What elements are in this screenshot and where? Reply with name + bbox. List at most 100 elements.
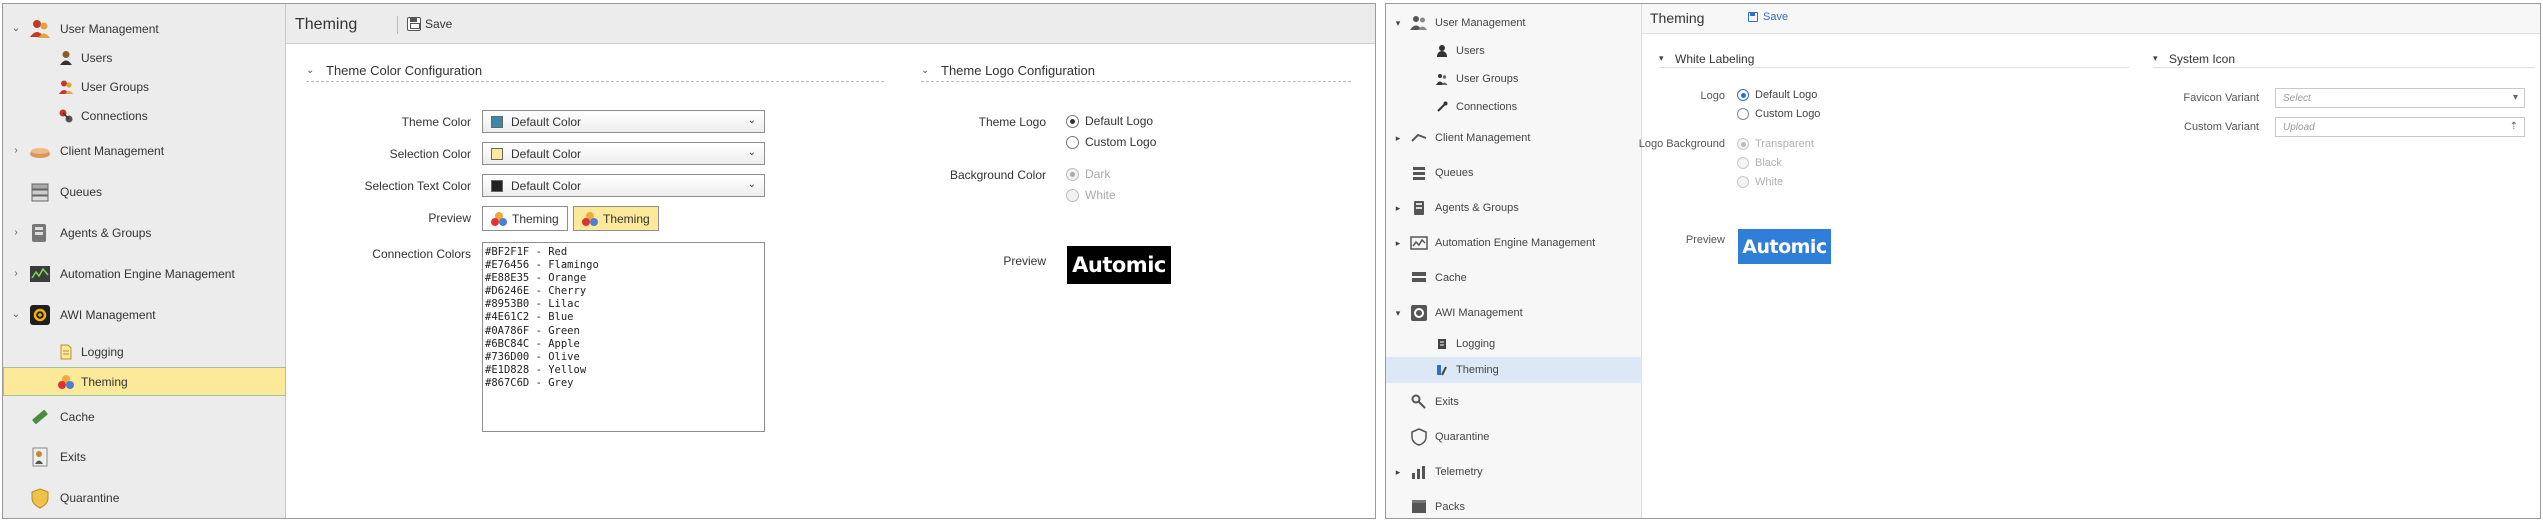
- connection-colors-textarea[interactable]: #BF2F1F - Red #E76456 - Flamingo #E88E35…: [482, 242, 765, 432]
- white-labeling-section-header[interactable]: ▾ White Labeling: [1659, 50, 2129, 68]
- sidebar-item-logging[interactable]: Logging: [1386, 331, 1642, 357]
- sidebar-item-telemetry[interactable]: ▸ Telemetry: [1386, 459, 1642, 485]
- connections-icon: [1436, 101, 1448, 113]
- radio-custom-logo[interactable]: Custom Logo: [1066, 135, 1156, 149]
- radio-transparent-background[interactable]: Transparent: [1737, 138, 1814, 150]
- chevron-right-icon[interactable]: ›: [11, 268, 21, 279]
- sidebar-item-agents-groups[interactable]: ▸ Agents & Groups: [1386, 195, 1642, 221]
- upload-icon[interactable]: ⇡: [2510, 121, 2518, 132]
- preview-label: Preview: [428, 211, 471, 225]
- radio-label: White: [1755, 176, 1784, 188]
- automic-logo: Automic: [1738, 229, 1831, 264]
- sidebar-item-exits[interactable]: Exits: [1386, 389, 1642, 415]
- system-icon-section-header[interactable]: ▾ System Icon: [2153, 50, 2535, 68]
- radio-selected-icon[interactable]: [1737, 138, 1749, 150]
- logo-preview-label: Preview: [1685, 234, 1725, 246]
- favicon-variant-select[interactable]: Select ▾: [2275, 88, 2525, 108]
- chevron-right-icon[interactable]: ▸: [1393, 203, 1403, 214]
- sidebar-item-quarantine[interactable]: Quarantine: [3, 483, 286, 512]
- radio-icon[interactable]: [1066, 188, 1079, 202]
- theme-color-section-header[interactable]: ⌄ Theme Color Configuration: [306, 60, 884, 82]
- radio-dark-background[interactable]: Dark: [1066, 167, 1110, 181]
- sidebar-item-user-groups[interactable]: User Groups: [3, 72, 286, 101]
- sidebar-item-label: Theming: [81, 374, 128, 389]
- chevron-down-icon[interactable]: ⌄: [11, 309, 21, 320]
- sidebar-item-queues[interactable]: Queues: [1386, 160, 1642, 186]
- sidebar-item-awi-management[interactable]: ⌄ AWI Management: [3, 300, 286, 329]
- radio-selected-icon[interactable]: [1066, 114, 1079, 128]
- sidebar-item-queues[interactable]: Queues: [3, 177, 286, 206]
- sidebar-item-automation-engine-management[interactable]: › Automation Engine Management: [3, 259, 286, 288]
- client-icon: [29, 140, 51, 162]
- radio-default-logo[interactable]: Default Logo: [1066, 114, 1153, 128]
- sidebar-item-user-management[interactable]: ⌄ User Management: [3, 14, 286, 43]
- sidebar-item-theming[interactable]: Theming: [3, 367, 286, 396]
- chevron-down-icon: ⌄: [747, 147, 756, 158]
- sidebar-item-user-groups[interactable]: User Groups: [1386, 66, 1642, 92]
- color-swatch: [491, 179, 503, 192]
- chevron-right-icon[interactable]: ▸: [1393, 133, 1403, 144]
- preview-button-default[interactable]: Theming: [482, 206, 568, 231]
- sidebar-item-logging[interactable]: Logging: [3, 337, 286, 366]
- radio-white-background[interactable]: White: [1066, 188, 1116, 202]
- user-icon: [58, 50, 74, 66]
- radio-icon[interactable]: [1737, 176, 1749, 188]
- sidebar-item-awi-management[interactable]: ▾ AWI Management: [1386, 300, 1642, 326]
- radio-icon[interactable]: [1737, 157, 1749, 169]
- radio-selected-icon[interactable]: [1066, 167, 1079, 181]
- sidebar-item-users[interactable]: Users: [3, 43, 286, 72]
- radio-icon[interactable]: [1737, 108, 1749, 120]
- selection-text-color-select[interactable]: Default Color ⌄: [482, 174, 765, 197]
- radio-black-background[interactable]: Black: [1737, 157, 1782, 169]
- sidebar-item-agents-groups[interactable]: › Agents & Groups: [3, 218, 286, 247]
- sidebar-item-user-management[interactable]: ▾ User Management: [1386, 10, 1642, 36]
- radio-white-background[interactable]: White: [1737, 176, 1783, 188]
- sidebar-item-users[interactable]: Users: [1386, 38, 1642, 64]
- radio-icon[interactable]: [1066, 135, 1079, 149]
- theme-color-select[interactable]: Default Color ⌄: [482, 110, 765, 133]
- chevron-down-icon[interactable]: ⌄: [306, 65, 320, 76]
- sidebar-item-connections[interactable]: Connections: [3, 101, 286, 130]
- title-bar: Theming Save: [286, 4, 1375, 44]
- radio-label: Default Logo: [1085, 114, 1154, 128]
- theme-logo-section-header[interactable]: ⌄ Theme Logo Configuration: [921, 60, 1351, 82]
- sidebar-item-label: Cache: [60, 409, 95, 424]
- chevron-right-icon[interactable]: ▸: [1393, 238, 1403, 249]
- radio-selected-icon[interactable]: [1737, 89, 1749, 101]
- sidebar-item-cache[interactable]: Cache: [1386, 265, 1642, 291]
- sidebar-item-packs[interactable]: Packs: [1386, 494, 1642, 518]
- chevron-down-icon[interactable]: ⌄: [921, 65, 935, 76]
- chevron-down-icon[interactable]: ▾: [1659, 53, 1671, 64]
- radio-default-logo[interactable]: Default Logo: [1737, 89, 1817, 101]
- chevron-down-icon[interactable]: ⌄: [11, 23, 21, 34]
- sidebar-item-exits[interactable]: Exits: [3, 442, 286, 471]
- sidebar-item-quarantine[interactable]: Quarantine: [1386, 424, 1642, 450]
- chevron-right-icon[interactable]: ▸: [1393, 467, 1403, 478]
- chevron-right-icon[interactable]: ›: [11, 145, 21, 156]
- page-title: Theming: [1650, 10, 1705, 26]
- classic-theme-window: ⌄ User Management Users User Groups Conn…: [2, 3, 1376, 519]
- sidebar-item-theming[interactable]: Theming: [1386, 357, 1642, 383]
- chevron-down-icon: ⌄: [747, 179, 756, 190]
- save-button[interactable]: Save: [399, 13, 460, 35]
- chevron-down-icon[interactable]: ▾: [1393, 18, 1403, 29]
- chevron-down-icon[interactable]: ▾: [2153, 53, 2165, 64]
- chevron-down-icon: ⌄: [747, 115, 756, 126]
- sidebar-item-automation-engine-management[interactable]: ▸ Automation Engine Management: [1386, 230, 1642, 256]
- chevron-right-icon[interactable]: ›: [11, 227, 21, 238]
- sidebar-item-client-management[interactable]: › Client Management: [3, 136, 286, 165]
- save-button[interactable]: Save: [1748, 11, 1788, 23]
- select-value: Default Color: [511, 178, 582, 193]
- custom-variant-upload[interactable]: Upload ⇡: [2275, 117, 2525, 137]
- exits-icon: [29, 446, 51, 468]
- selection-color-select[interactable]: Default Color ⌄: [482, 142, 765, 165]
- preview-button-selected[interactable]: Theming: [573, 206, 659, 231]
- sidebar-item-cache[interactable]: Cache: [3, 402, 286, 431]
- radio-custom-logo[interactable]: Custom Logo: [1737, 108, 1820, 120]
- sidebar-item-client-management[interactable]: ▸ Client Management: [1386, 125, 1642, 151]
- radio-label: Custom Logo: [1755, 108, 1821, 120]
- sidebar-item-connections[interactable]: Connections: [1386, 94, 1642, 120]
- engine-chart-icon: [1410, 234, 1428, 252]
- chevron-down-icon[interactable]: ▾: [1393, 308, 1403, 319]
- modern-theme-window: ▾ User Management Users User Groups Conn…: [1385, 3, 2541, 519]
